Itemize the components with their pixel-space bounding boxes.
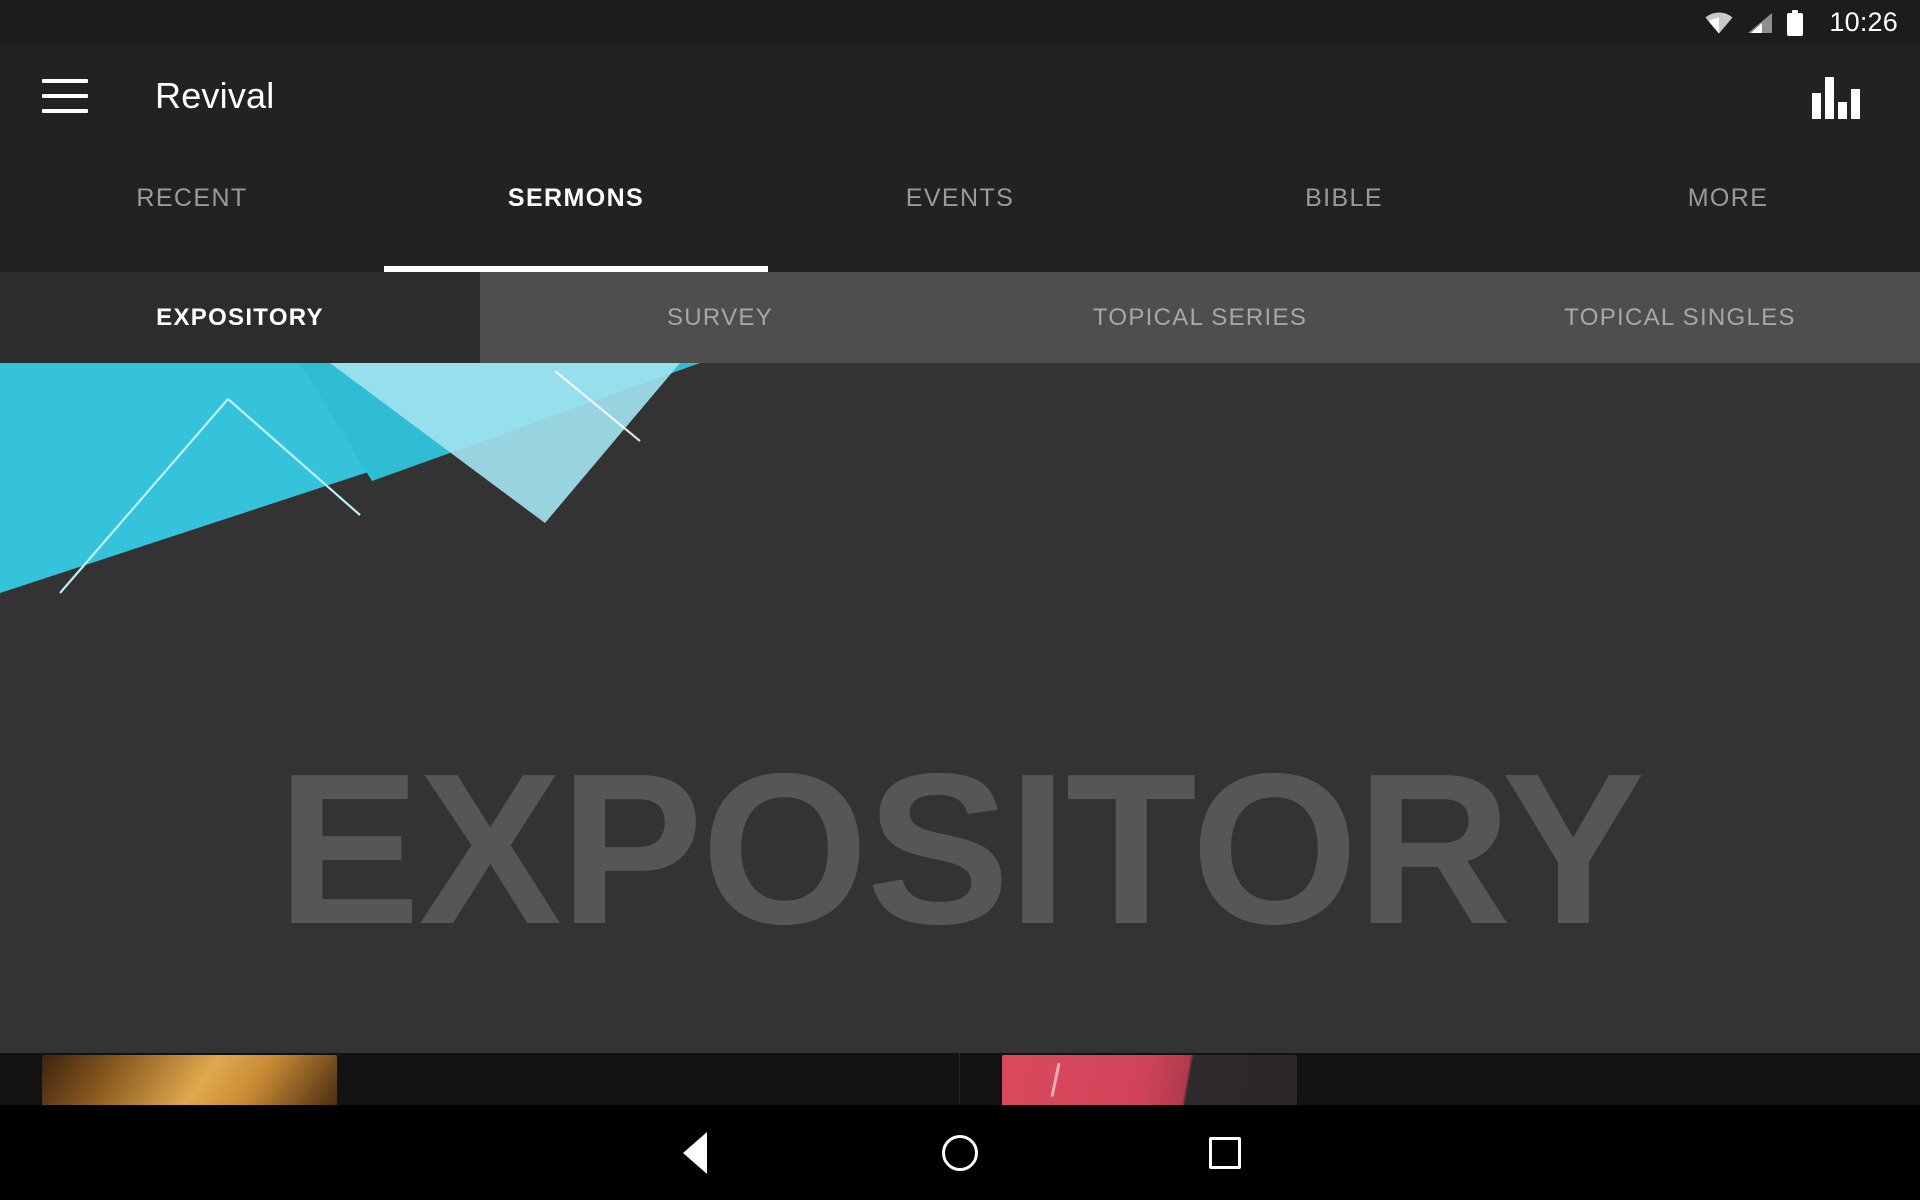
subtab-topical-singles[interactable]: TOPICAL SINGLES	[1440, 272, 1920, 363]
status-bar-clock: 10:26	[1829, 7, 1898, 37]
tab-indicator	[1152, 266, 1536, 272]
hamburger-menu-icon[interactable]	[42, 79, 88, 113]
secondary-tab-bar: EXPOSITORY SURVEY TOPICAL SERIES TOPICAL…	[0, 272, 1920, 363]
nav-home-button[interactable]	[828, 1105, 1093, 1200]
sermon-card-2-thumbnail	[1002, 1055, 1297, 1105]
hero-banner[interactable]: EXPOSITORY	[0, 363, 1920, 1053]
bar-chart-icon[interactable]	[1812, 73, 1862, 119]
subtab-topical-series[interactable]: TOPICAL SERIES	[960, 272, 1440, 363]
sermon-card-1[interactable]	[0, 1053, 960, 1105]
sermon-card-2[interactable]	[960, 1053, 1920, 1105]
primary-tab-bar: RECENT SERMONS EVENTS BIBLE MORE	[0, 147, 1920, 272]
tab-indicator	[768, 266, 1152, 272]
wifi-icon	[1705, 12, 1733, 34]
cellular-signal-icon	[1747, 12, 1773, 34]
tab-bible-label: BIBLE	[1305, 184, 1383, 212]
page-title: Revival	[155, 75, 275, 116]
tab-more[interactable]: MORE	[1536, 147, 1920, 272]
tab-sermons-label: SERMONS	[507, 184, 645, 212]
tab-bible[interactable]: BIBLE	[1152, 147, 1536, 272]
tab-indicator-active	[384, 266, 768, 272]
subtab-survey-label: SURVEY	[666, 303, 774, 331]
sermon-card-1-thumbnail	[42, 1055, 337, 1105]
sermon-card-list	[0, 1053, 1920, 1105]
android-navigation-bar	[0, 1105, 1920, 1200]
subtab-survey[interactable]: SURVEY	[480, 272, 960, 363]
battery-icon	[1787, 9, 1804, 36]
back-triangle-icon	[683, 1131, 707, 1174]
tab-recent[interactable]: RECENT	[0, 147, 384, 272]
subtab-expository-label: EXPOSITORY	[156, 303, 324, 331]
tab-recent-label: RECENT	[136, 184, 248, 212]
subtab-expository[interactable]: EXPOSITORY	[0, 272, 480, 363]
tab-events[interactable]: EVENTS	[768, 147, 1152, 272]
subtab-topical-series-label: TOPICAL SERIES	[1092, 303, 1308, 331]
tab-events-label: EVENTS	[905, 184, 1015, 212]
status-icons: 10:26	[1705, 7, 1898, 38]
android-app-screen: 10:26 Revival RECENT SERMONS EVENTS BIBL…	[0, 0, 1920, 1200]
tab-sermons[interactable]: SERMONS	[384, 147, 768, 272]
tab-indicator	[1536, 266, 1920, 272]
hero-watermark-text: EXPOSITORY	[277, 728, 1645, 969]
nav-recents-button[interactable]	[1093, 1105, 1358, 1200]
subtab-topical-singles-label: TOPICAL SINGLES	[1564, 303, 1796, 331]
recents-square-icon	[1209, 1136, 1241, 1169]
nav-back-button[interactable]	[563, 1105, 828, 1200]
status-bar: 10:26	[0, 0, 1920, 45]
tab-more-label: MORE	[1687, 184, 1769, 212]
tab-indicator	[0, 266, 384, 272]
home-circle-icon	[942, 1134, 978, 1171]
app-bar: Revival	[0, 45, 1920, 147]
